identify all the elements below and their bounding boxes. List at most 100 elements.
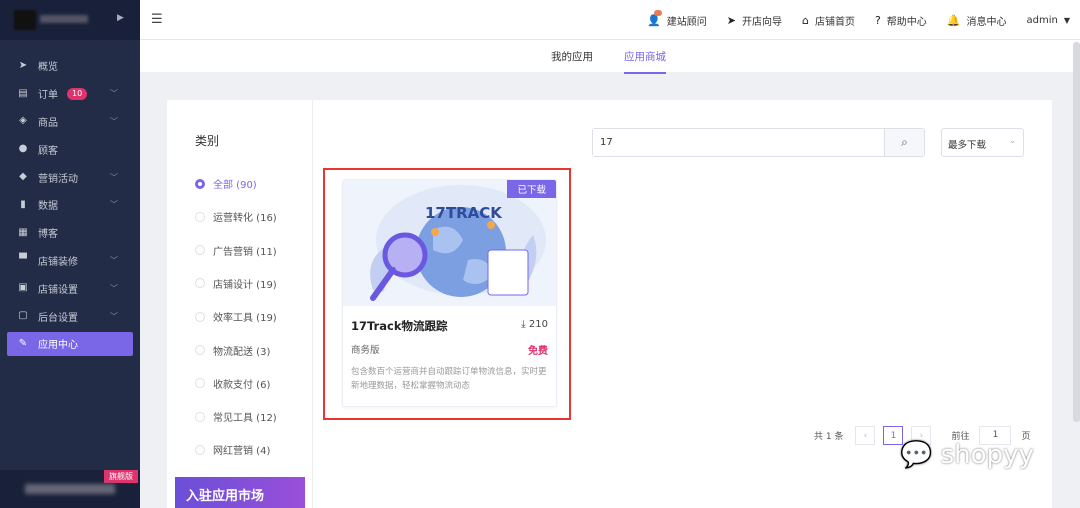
nav-store-home[interactable]: ⌂ 店铺首页: [802, 13, 855, 28]
watermark-text: shopyy: [940, 440, 1034, 470]
radio-circle[interactable]: [195, 178, 205, 189]
app-name[interactable]: 17Track物流跟踪: [351, 318, 447, 334]
sidebar-item[interactable]: ▣ 店铺设置 ﹀: [0, 274, 140, 302]
globe-tracking-illustration: 17TRACK: [370, 185, 546, 301]
svg-text:17TRACK: 17TRACK: [425, 204, 503, 222]
sidebar-item[interactable]: ◆ 营销活动 ﹀: [0, 163, 140, 191]
download-icon: ⤓: [521, 319, 529, 330]
sidebar-item[interactable]: ✎ 应用中心: [7, 331, 133, 356]
prev-page-button[interactable]: ‹: [855, 426, 876, 445]
sidebar-item[interactable]: ▤ 订单 10 ﹀: [0, 80, 140, 108]
search-box: ⌕: [592, 128, 925, 157]
nav-messages[interactable]: 🔔 消息中心: [947, 13, 1007, 28]
wechat-icon: 💬: [900, 440, 933, 470]
store-icon: ▣: [18, 282, 28, 294]
user-icon: ●: [18, 143, 28, 155]
store-switcher[interactable]: ▶: [0, 0, 140, 40]
category-radio[interactable]: 全部 (90): [195, 176, 257, 191]
radio-circle[interactable]: [195, 411, 205, 422]
category-label: 效率工具 (19): [213, 313, 277, 325]
scrollbar[interactable]: [1073, 42, 1080, 422]
bell-icon: 🔔: [946, 13, 961, 27]
edition-badge: 旗舰版: [104, 470, 138, 483]
blog-icon: ▦: [18, 226, 28, 238]
radio-circle[interactable]: [195, 378, 205, 389]
chevron-down-icon: ﹀: [110, 255, 118, 265]
nav-label: 消息中心: [966, 16, 1007, 28]
app-price: 免费: [528, 346, 548, 357]
nav-label: 建站顾问: [666, 16, 707, 28]
category-radio[interactable]: 店铺设计 (19): [195, 276, 277, 291]
menu-toggle-icon[interactable]: ☰: [151, 12, 163, 27]
search-button[interactable]: ⌕: [884, 129, 924, 156]
category-label: 常见工具 (12): [213, 413, 277, 425]
join-marketplace-banner[interactable]: 入驻应用市场: [175, 477, 305, 508]
category-radio[interactable]: 网红营销 (4): [195, 442, 270, 457]
category-radio[interactable]: 物流配送 (3): [195, 343, 270, 358]
sidebar-item-label: 商品: [38, 117, 58, 129]
sidebar-item-label: 后台设置: [38, 312, 78, 324]
downloaded-badge: 已下载: [507, 180, 556, 198]
caret-down-icon: ▼: [1063, 15, 1070, 25]
chevron-down-icon: ﹀: [110, 200, 118, 210]
category-radio[interactable]: 效率工具 (19): [195, 309, 277, 324]
sidebar-item-label: 应用中心: [38, 340, 78, 352]
app-edition: 商务版: [351, 345, 380, 356]
store-name-blurred: [40, 15, 88, 23]
watermark: 💬 shopyy: [900, 440, 1034, 470]
category-radio[interactable]: 广告营销 (11): [195, 243, 277, 258]
radio-circle[interactable]: [195, 311, 205, 322]
app-description: 包含数百个运营商并自动跟踪订单物流信息，实时更新地理数据，轻松掌握物流动态: [351, 367, 547, 391]
chevron-down-icon: ﹀: [110, 116, 118, 126]
sidebar-item[interactable]: ▮ 数据 ﹀: [0, 191, 140, 219]
app-banner-image: 17TRACK 已下载: [343, 180, 556, 306]
category-label: 网红营销 (4): [213, 446, 271, 458]
caret-right-icon[interactable]: ▶: [117, 13, 124, 23]
account-footer[interactable]: 旗舰版: [0, 470, 140, 508]
nav-help-center[interactable]: ? 帮助中心: [875, 13, 927, 28]
search-input[interactable]: [593, 129, 884, 156]
radio-circle[interactable]: [195, 444, 205, 455]
chevron-down-icon: ﹀: [110, 172, 118, 182]
sidebar-item-label: 博客: [38, 229, 58, 241]
category-filter: 类别 全部 (90) 运营转化 (16) 广告营销 (11) 店铺设计 (19) 效率工…: [175, 100, 313, 508]
nav-setup-guide[interactable]: ➤ 开店向导: [727, 13, 782, 28]
radio-circle[interactable]: [195, 345, 205, 355]
category-radio[interactable]: 运营转化 (16): [195, 209, 277, 224]
sidebar-item[interactable]: ▀ 店铺装修 ﹀: [0, 247, 140, 275]
category-radio[interactable]: 收款支付 (6): [195, 376, 270, 391]
download-count-value: 210: [528, 319, 548, 330]
sidebar-item-label: 店铺设置: [38, 284, 78, 296]
bar-chart-icon: ▮: [20, 198, 26, 210]
navigation-icon: ➤: [18, 59, 28, 71]
tabs: 我的应用 应用商城: [140, 40, 1080, 74]
home-icon: ⌂: [801, 13, 809, 27]
sidebar-item-label: 订单: [38, 90, 58, 102]
sidebar-item[interactable]: ▦ 博客: [0, 219, 140, 247]
radio-circle[interactable]: [195, 211, 205, 222]
sidebar-item-label: 店铺装修: [38, 256, 78, 268]
sidebar: ▶ ➤ 概览 ▤ 订单 10 ﹀ ◈ 商品 ﹀ ● 顾客 ◆ 营销活动 ﹀ ▮ 数据 ﹀ ▦ 博客 ▀ 店铺装修 ﹀ ▣ 店铺…: [0, 0, 140, 508]
sidebar-item[interactable]: ● 顾客: [0, 135, 140, 163]
sidebar-item-label: 概览: [38, 62, 58, 74]
download-count: ⤓ 210: [521, 319, 548, 330]
sidebar-item[interactable]: ▢ 后台设置 ﹀: [0, 302, 140, 330]
paper-plane-icon: ➤: [726, 13, 736, 27]
total-count: 共 1 条: [814, 432, 844, 442]
user-menu[interactable]: admin ▼: [1027, 15, 1071, 26]
category-title: 类别: [195, 134, 220, 148]
radio-circle[interactable]: [195, 278, 205, 289]
nav-consultant[interactable]: 👤 建站顾问: [647, 9, 707, 28]
sort-select[interactable]: 最多下载 ⌄: [941, 128, 1024, 157]
category-radio[interactable]: 常见工具 (12): [195, 409, 277, 424]
tab-my-apps[interactable]: 我的应用: [551, 49, 593, 64]
tab-app-store[interactable]: 应用商城: [624, 49, 666, 74]
sidebar-item[interactable]: ➤ 概览: [0, 52, 140, 80]
user-name: admin: [1026, 14, 1058, 26]
radio-circle[interactable]: [195, 245, 205, 256]
sidebar-item[interactable]: ◈ 商品 ﹀: [0, 108, 140, 136]
chevron-down-icon: ﹀: [110, 311, 118, 321]
wrench-icon: ✎: [18, 337, 28, 349]
store-logo: [14, 10, 36, 30]
app-card[interactable]: 17TRACK 已下载 17Track物流跟踪 ⤓ 210 商务版 免费 包含数…: [342, 179, 557, 407]
